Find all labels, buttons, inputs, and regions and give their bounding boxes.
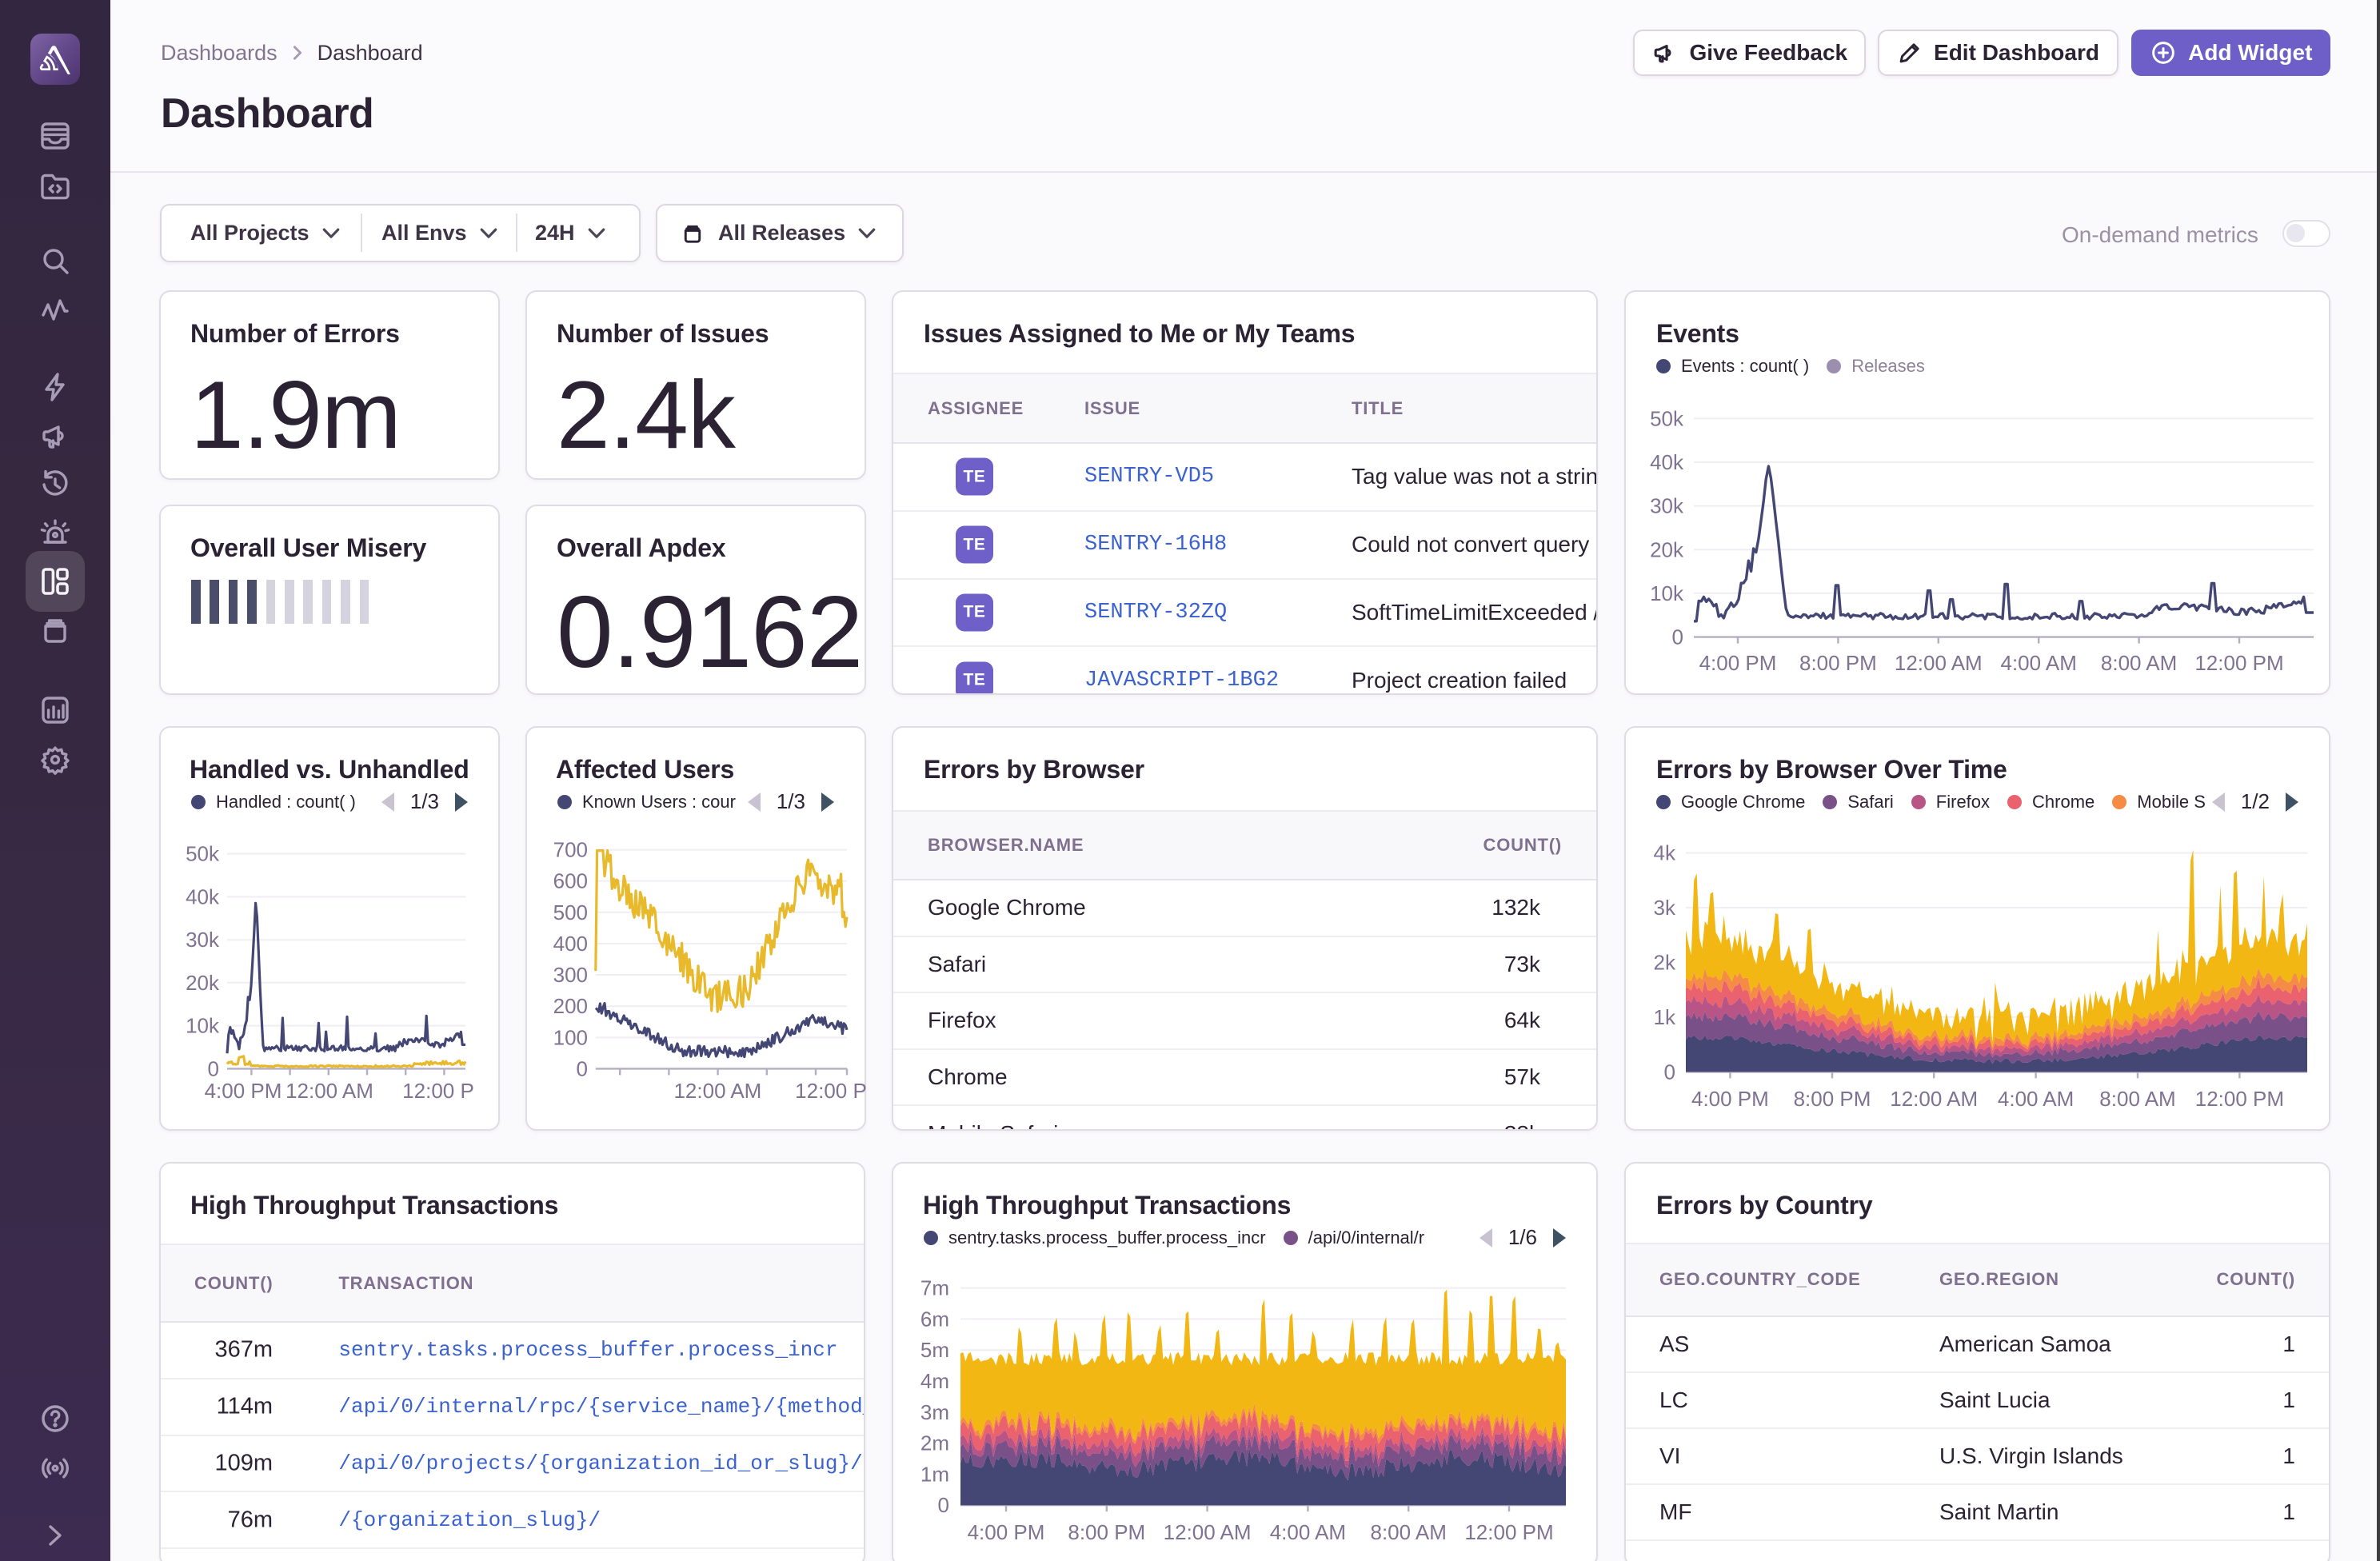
- svg-text:3k: 3k: [1654, 896, 1676, 920]
- svg-text:0: 0: [938, 1493, 949, 1517]
- svg-text:4:00 AM: 4:00 AM: [1270, 1520, 1346, 1544]
- svg-text:4:00 AM: 4:00 AM: [2000, 651, 2076, 675]
- svg-text:300: 300: [553, 963, 588, 987]
- svg-text:4:00 AM: 4:00 AM: [1998, 1087, 2074, 1111]
- svg-text:1k: 1k: [1654, 1004, 1676, 1028]
- svg-text:600: 600: [553, 868, 588, 892]
- svg-text:4:00 PM: 4:00 PM: [1699, 651, 1777, 675]
- svg-text:12:00 P: 12:00 P: [402, 1079, 474, 1103]
- svg-text:1m: 1m: [920, 1462, 949, 1486]
- svg-text:400: 400: [553, 932, 588, 956]
- svg-text:2m: 2m: [920, 1431, 949, 1455]
- svg-text:12:00 AM: 12:00 AM: [1890, 1087, 1978, 1111]
- svg-text:12:00 AM: 12:00 AM: [673, 1079, 761, 1103]
- svg-text:12:00 PM: 12:00 PM: [2195, 1087, 2284, 1111]
- svg-text:10k: 10k: [1650, 581, 1684, 605]
- svg-text:7m: 7m: [920, 1276, 949, 1300]
- svg-text:4m: 4m: [920, 1369, 949, 1393]
- svg-text:4:00 PM: 4:00 PM: [205, 1079, 282, 1103]
- svg-text:3m: 3m: [920, 1399, 949, 1423]
- svg-text:8:00 AM: 8:00 AM: [2101, 651, 2177, 675]
- svg-text:50k: 50k: [186, 841, 220, 865]
- svg-text:12:00 AM: 12:00 AM: [286, 1079, 373, 1103]
- svg-text:8:00 PM: 8:00 PM: [1799, 651, 1877, 675]
- svg-text:30k: 30k: [186, 928, 220, 952]
- svg-text:5m: 5m: [920, 1338, 949, 1362]
- svg-text:6m: 6m: [920, 1307, 949, 1331]
- svg-text:50k: 50k: [1650, 406, 1684, 430]
- svg-text:30k: 30k: [1650, 493, 1684, 517]
- svg-text:8:00 AM: 8:00 AM: [1370, 1520, 1446, 1544]
- svg-text:20k: 20k: [1650, 537, 1684, 561]
- svg-text:4:00 PM: 4:00 PM: [968, 1520, 1045, 1544]
- svg-text:12:00 PM: 12:00 PM: [2194, 651, 2283, 675]
- svg-text:4k: 4k: [1654, 840, 1676, 864]
- svg-text:200: 200: [553, 994, 588, 1018]
- svg-text:0: 0: [1664, 1060, 1675, 1084]
- svg-text:8:00 AM: 8:00 AM: [2099, 1087, 2175, 1111]
- svg-text:500: 500: [553, 900, 588, 924]
- svg-text:100: 100: [553, 1025, 588, 1049]
- svg-text:12:00 AM: 12:00 AM: [1895, 651, 1983, 675]
- svg-text:700: 700: [553, 837, 588, 861]
- svg-text:0: 0: [208, 1056, 219, 1080]
- svg-text:2k: 2k: [1654, 950, 1676, 974]
- svg-text:12:00 AM: 12:00 AM: [1164, 1520, 1252, 1544]
- svg-text:40k: 40k: [186, 884, 220, 908]
- svg-text:12:00 P: 12:00 P: [795, 1079, 866, 1103]
- svg-text:20k: 20k: [186, 970, 220, 994]
- svg-text:8:00 PM: 8:00 PM: [1068, 1520, 1145, 1544]
- svg-text:10k: 10k: [186, 1013, 220, 1037]
- svg-text:0: 0: [577, 1056, 588, 1080]
- svg-text:12:00 PM: 12:00 PM: [1464, 1520, 1553, 1544]
- svg-text:4:00 PM: 4:00 PM: [1691, 1087, 1769, 1111]
- svg-text:0: 0: [1672, 625, 1683, 649]
- svg-text:40k: 40k: [1650, 450, 1684, 474]
- svg-text:8:00 PM: 8:00 PM: [1794, 1087, 1871, 1111]
